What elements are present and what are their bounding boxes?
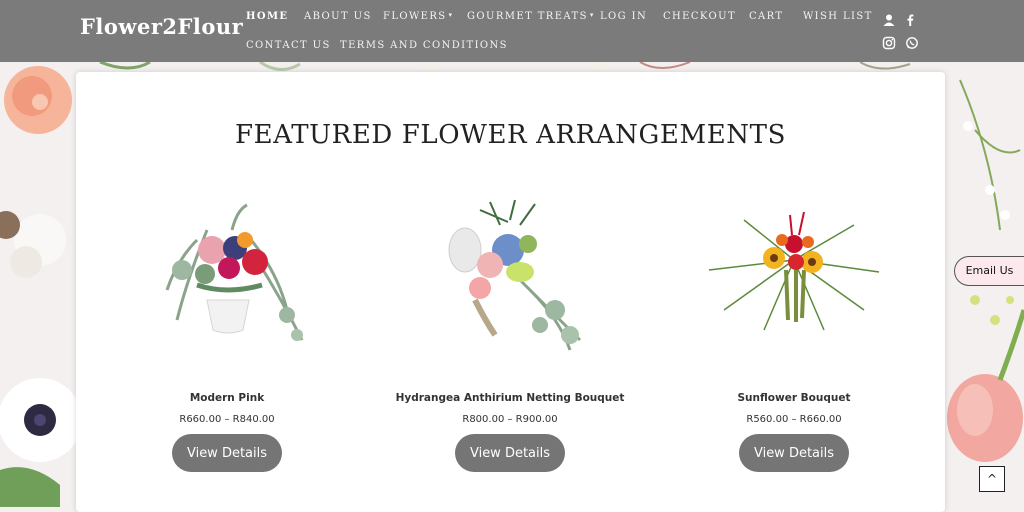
brand-logo-text[interactable]: Flower2Flour — [80, 14, 243, 39]
view-details-button[interactable]: View Details — [739, 434, 849, 472]
nav-flowers-label: FLOWERS — [383, 11, 447, 22]
product-image-hydrangea-anthirium[interactable] — [420, 200, 600, 360]
product-card: Modern Pink R660.00 – R840.00 View Detai… — [85, 200, 369, 472]
page-title: FEATURED FLOWER ARRANGEMENTS — [235, 120, 786, 150]
chevron-down-icon: ▾ — [448, 11, 454, 19]
product-image-sunflower-bouquet[interactable] — [704, 200, 884, 360]
product-price: R800.00 – R900.00 — [462, 414, 558, 425]
facebook-icon[interactable] — [903, 13, 917, 27]
nav-terms-and-conditions[interactable]: TERMS AND CONDITIONS — [340, 40, 508, 51]
product-image-modern-pink[interactable] — [137, 200, 317, 360]
product-card: Sunflower Bouquet R560.00 – R660.00 View… — [652, 200, 936, 472]
nav-checkout[interactable]: CHECKOUT — [663, 11, 736, 22]
view-details-button[interactable]: View Details — [172, 434, 282, 472]
nav-contact-us[interactable]: CONTACT US — [246, 40, 331, 51]
scroll-to-top-button[interactable]: ^ — [979, 466, 1005, 492]
user-icon[interactable] — [882, 13, 896, 27]
nav-home[interactable]: HOME — [246, 11, 288, 22]
product-name[interactable]: Sunflower Bouquet — [652, 392, 936, 404]
whatsapp-icon[interactable] — [905, 36, 919, 50]
product-name[interactable]: Hydrangea Anthirium Netting Bouquet — [368, 392, 652, 404]
product-name[interactable]: Modern Pink — [85, 392, 369, 404]
nav-about-us[interactable]: ABOUT US — [304, 11, 372, 22]
product-price: R660.00 – R840.00 — [179, 414, 275, 425]
nav-gourmet-treats-label: GOURMET TREATS — [467, 11, 588, 22]
chevron-up-icon: ^ — [986, 472, 998, 486]
instagram-icon[interactable] — [882, 36, 896, 50]
product-card: Hydrangea Anthirium Netting Bouquet R800… — [368, 200, 652, 472]
email-us-tab[interactable]: Email Us — [954, 256, 1024, 286]
featured-products-card: FEATURED FLOWER ARRANGEMENTS Modern Pink… — [76, 72, 945, 512]
nav-gourmet-treats[interactable]: GOURMET TREATS ▾ — [467, 11, 595, 22]
nav-flowers[interactable]: FLOWERS ▾ — [383, 11, 453, 22]
site-header: Flower2Flour HOME ABOUT US FLOWERS ▾ GOUR… — [0, 0, 1024, 62]
nav-wish-list[interactable]: WISH LIST — [803, 11, 873, 22]
nav-log-in[interactable]: LOG IN — [600, 11, 647, 22]
chevron-down-icon: ▾ — [589, 11, 595, 19]
product-price: R560.00 – R660.00 — [746, 414, 842, 425]
nav-cart[interactable]: CART — [749, 11, 784, 22]
view-details-button[interactable]: View Details — [455, 434, 565, 472]
